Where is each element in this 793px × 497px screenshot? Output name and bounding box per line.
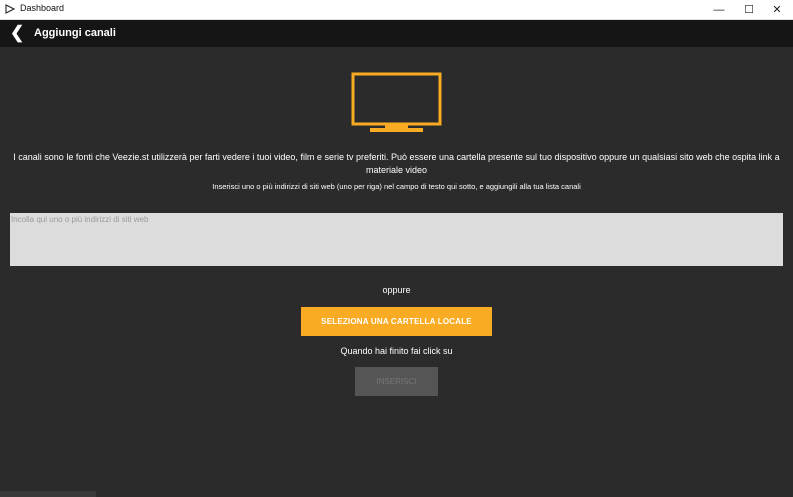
bottom-divider — [0, 491, 96, 497]
insert-button[interactable]: INSERISCI — [355, 367, 438, 396]
channels-description: I canali sono le fonti che Veezie.st uti… — [13, 152, 780, 175]
maximize-button[interactable]: ☐ — [735, 0, 763, 19]
url-instructions: Inserisci uno o più indirizzi di siti we… — [212, 182, 581, 191]
app-play-icon — [5, 4, 15, 14]
window-titlebar: Dashboard — ☐ ✕ — [0, 0, 793, 20]
select-local-folder-button[interactable]: SELEZIONA UNA CARTELLA LOCALE — [301, 307, 492, 336]
minimize-button[interactable]: — — [705, 0, 733, 19]
finish-instructions: Quando hai finito fai click su — [340, 346, 453, 356]
back-button[interactable]: ❮ — [10, 23, 24, 43]
url-input[interactable] — [10, 213, 783, 266]
or-label: oppure — [382, 285, 411, 295]
window-title: Dashboard — [20, 3, 65, 13]
close-button[interactable]: ✕ — [763, 0, 791, 19]
page-header: ❮ Aggiungi canali — [0, 20, 793, 47]
page-title: Aggiungi canali — [34, 27, 116, 39]
tv-icon — [351, 72, 442, 132]
